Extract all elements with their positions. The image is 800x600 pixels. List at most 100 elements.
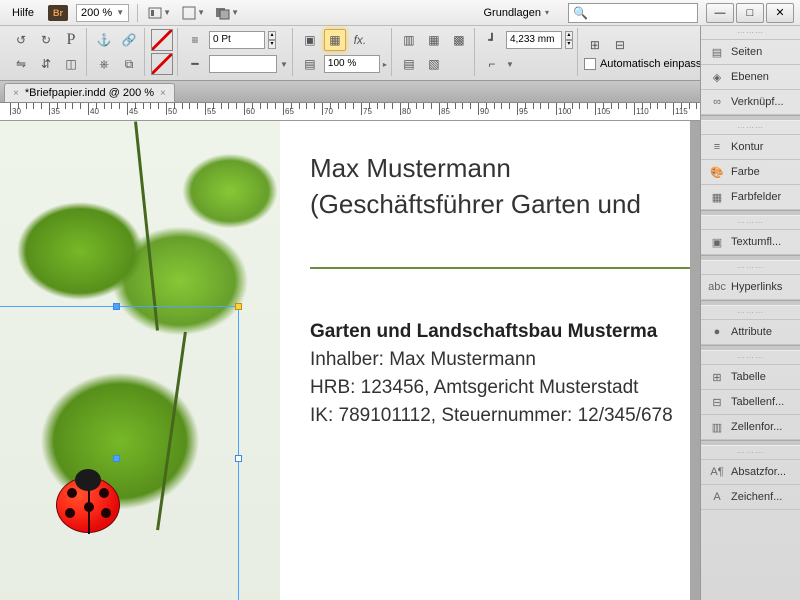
wrap-shape-icon[interactable]: ▩ (448, 29, 470, 51)
layers-icon: ◈ (709, 70, 725, 84)
top-menu-bar: Hilfe Br 200 %▼ ▼ ▼ ▼ Grundlagen▾ 🔍 — □ … (0, 0, 800, 26)
zoom-combo[interactable]: 200 %▼ (76, 4, 129, 22)
corner-icon[interactable]: ┛ (481, 29, 503, 51)
handle-center[interactable] (113, 455, 120, 462)
panel-charstyle[interactable]: A Zeichenf... (701, 485, 800, 510)
panel-label: Zeichenf... (731, 491, 782, 503)
flip-h-icon[interactable]: ⇋ (10, 53, 32, 75)
horizontal-ruler[interactable]: 3035404550556065707580859095100105110115 (0, 103, 700, 121)
panel-stroke[interactable]: ≡Kontur (701, 135, 800, 160)
help-menu[interactable]: Hilfe (6, 5, 40, 21)
search-icon: 🔍 (573, 6, 588, 20)
fit-content-icon[interactable]: ⊟ (609, 34, 631, 56)
minimize-button[interactable]: — (706, 3, 734, 23)
corner-style-icon[interactable]: ⌐ (481, 53, 503, 75)
anchor-icon[interactable]: ⚓ (93, 29, 115, 51)
panel-pages[interactable]: ▤Seiten (701, 40, 800, 65)
panel-color[interactable]: 🎨 Farbe (701, 160, 800, 185)
wrap-bound-icon[interactable]: ▦ (423, 29, 445, 51)
tab-close-icon[interactable]: × (13, 88, 19, 99)
fx-icon[interactable]: fx. (349, 29, 371, 51)
parastyle-icon: A¶ (709, 465, 725, 479)
opacity-icon: ▤ (299, 53, 321, 75)
flip-v-icon[interactable]: ⇵ (35, 53, 57, 75)
panel-label: Kontur (731, 141, 763, 153)
document-tabbar: × *Briefpapier.indd @ 200 % × (0, 81, 800, 103)
tab-close-icon[interactable]: × (160, 88, 166, 99)
panel-layers[interactable]: ◈Ebenen (701, 65, 800, 90)
panel-hyperlink[interactable]: abcHyperlinks (701, 275, 800, 300)
wrap-jump-icon[interactable]: ▤ (398, 53, 420, 75)
charstyle-icon: A (709, 490, 725, 504)
color-icon: 🎨 (709, 165, 725, 179)
type-icon[interactable]: P (60, 29, 82, 51)
panel-label: Farbe (731, 166, 760, 178)
autofit-checkbox[interactable]: Automatisch einpassen (584, 58, 714, 70)
text-hrb[interactable]: HRB: 123456, Amtsgericht Musterstadt (310, 377, 638, 399)
page: Max Mustermann (Geschäftsführer Garten u… (0, 121, 690, 600)
arrange-icon[interactable]: ▼ (214, 3, 240, 23)
selection-frame[interactable] (0, 306, 239, 600)
anchor2-icon[interactable]: ⎈ (93, 53, 115, 75)
swatches-icon: ▦ (709, 190, 725, 204)
rotate-handle[interactable] (235, 303, 242, 310)
control-toolbar: ↺ ↻ P ⇋ ⇵ ◫ ⚓🔗 ⎈⧉ ≡0 Pt▴▾ ━▼ ▣▦fx. ▤100 … (0, 26, 800, 81)
text-owner[interactable]: Inhalber: Max Mustermann (310, 349, 536, 371)
screen-mode-icon[interactable]: ▼ (180, 3, 206, 23)
text-name[interactable]: Max Mustermann (310, 153, 511, 184)
panel-label: Textumfl... (731, 236, 781, 248)
panel-dock: ⋯⋯⋯▤Seiten◈Ebenen∞Verknüpf...⋯⋯⋯≡Kontur🎨… (700, 26, 800, 600)
panel-label: Attribute (731, 326, 772, 338)
panel-tablefmt[interactable]: ⊟ Tabellenf... (701, 390, 800, 415)
wrap-col-icon[interactable]: ▧ (423, 53, 445, 75)
text-company[interactable]: Garten und Landschaftsbau Musterma (310, 321, 657, 343)
panel-label: Farbfelder (731, 191, 781, 203)
rotate-left-icon[interactable]: ↺ (10, 29, 32, 51)
table-icon: ⊞ (709, 370, 725, 384)
textwrap-icon: ▣ (709, 235, 725, 249)
panel-cellfmt[interactable]: ▥ Zellenfor... (701, 415, 800, 440)
cellfmt-icon: ▥ (709, 420, 725, 434)
tab-label: *Briefpapier.indd @ 200 % (25, 87, 154, 99)
close-button[interactable]: ✕ (766, 3, 794, 23)
no-stroke-icon[interactable] (151, 53, 173, 75)
document-tab[interactable]: × *Briefpapier.indd @ 200 % × (4, 83, 175, 102)
panel-label: Zellenfor... (731, 421, 782, 433)
text-role[interactable]: (Geschäftsführer Garten und (310, 189, 641, 220)
panel-label: Absatzfor... (731, 466, 786, 478)
panel-links[interactable]: ∞Verknüpf... (701, 90, 800, 115)
no-effect-icon[interactable]: ▣ (299, 29, 321, 51)
stroke-weight-field[interactable]: 0 Pt (209, 31, 265, 49)
rotate-right-icon[interactable]: ↻ (35, 29, 57, 51)
search-input[interactable]: 🔍 (568, 3, 698, 23)
panel-label: Seiten (731, 46, 762, 58)
hyperlink-icon: abc (709, 280, 725, 294)
drop-shadow-button[interactable]: ▦ (324, 29, 346, 51)
link-icon[interactable]: 🔗 (118, 29, 140, 51)
no-fill-icon[interactable] (151, 29, 173, 51)
panel-label: Tabellenf... (731, 396, 784, 408)
bridge-icon[interactable]: Br (48, 5, 68, 21)
select-container-icon[interactable]: ◫ (60, 53, 82, 75)
handle-t[interactable] (113, 303, 120, 310)
tablefmt-icon: ⊟ (709, 395, 725, 409)
corner-field[interactable]: 4,233 mm (506, 31, 562, 49)
panel-parastyle[interactable]: A¶ Absatzfor... (701, 460, 800, 485)
panel-textwrap[interactable]: ▣ Textumfl... (701, 230, 800, 255)
view-options-icon[interactable]: ▼ (146, 3, 172, 23)
wrap-none-icon[interactable]: ▥ (398, 29, 420, 51)
panel-swatches[interactable]: ▦ Farbfelder (701, 185, 800, 210)
workspace-combo[interactable]: Grundlagen▾ (476, 4, 556, 22)
text-ik[interactable]: IK: 789101112, Steuernummer: 12/345/678 (310, 405, 673, 427)
fit-frame-icon[interactable]: ⊞ (584, 34, 606, 56)
chevron-down-icon: ▼ (116, 8, 124, 17)
panel-table[interactable]: ⊞Tabelle (701, 365, 800, 390)
link2-icon[interactable]: ⧉ (118, 53, 140, 75)
stroke-spinner[interactable]: ▴▾ (268, 31, 276, 49)
document-viewport[interactable]: Max Mustermann (Geschäftsführer Garten u… (0, 121, 700, 600)
handle-r[interactable] (235, 455, 242, 462)
panel-attribute[interactable]: ●Attribute (701, 320, 800, 345)
maximize-button[interactable]: □ (736, 3, 764, 23)
opacity-field[interactable]: 100 % (324, 55, 380, 73)
stroke-style-icon[interactable]: ━ (184, 53, 206, 75)
